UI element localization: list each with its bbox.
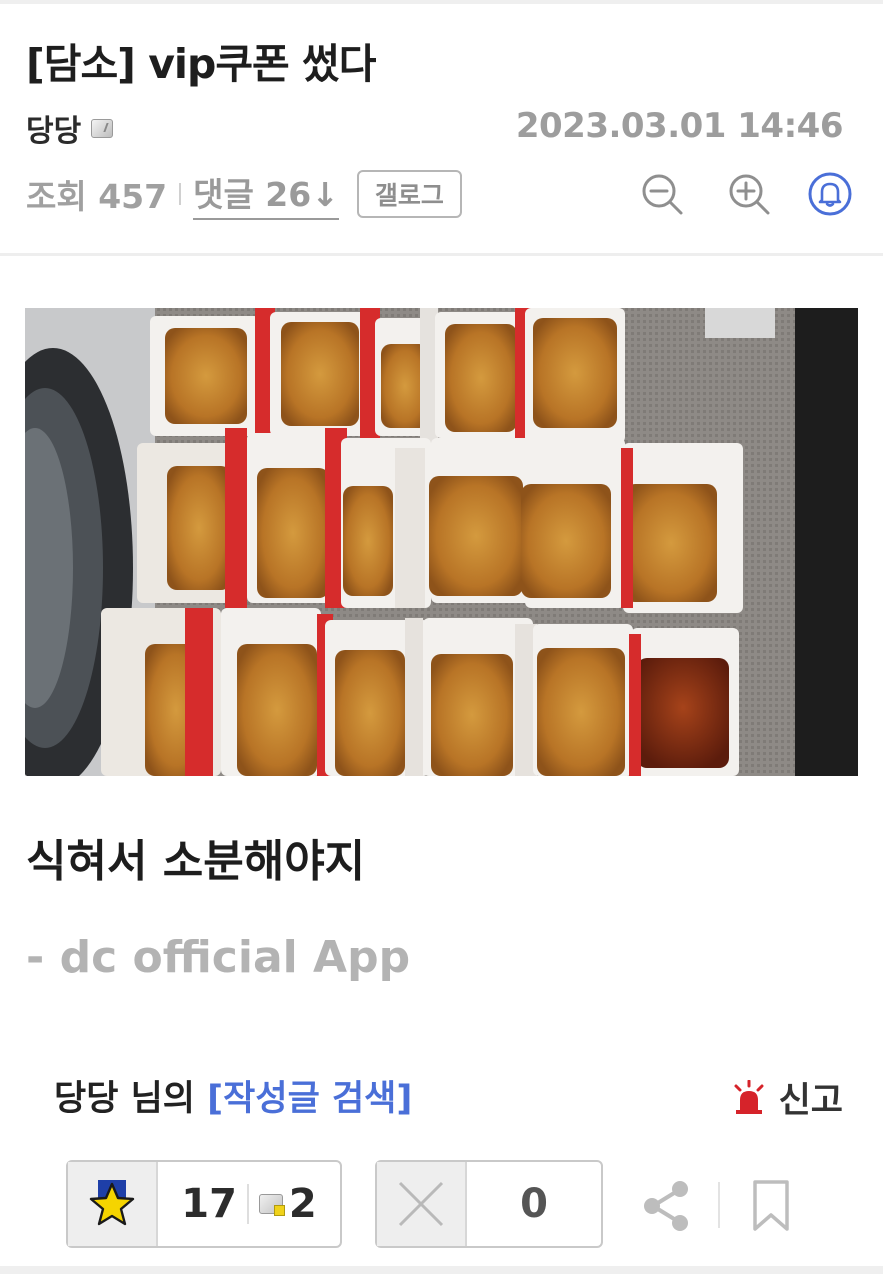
zoom-out-icon	[642, 174, 683, 215]
zoom-in-icon	[729, 174, 770, 215]
view-count: 조회 457	[26, 177, 168, 216]
nonrecommend-count: 0	[520, 1181, 548, 1227]
bell-icon	[808, 172, 852, 216]
post-datetime: 2023.03.01 14:46	[515, 106, 844, 146]
fixed-recommend-count: 2	[288, 1181, 317, 1227]
bookmark-icon	[753, 1180, 789, 1231]
notification-button[interactable]	[806, 170, 854, 218]
star-icon	[89, 1180, 135, 1226]
recommend-button[interactable]	[68, 1162, 158, 1246]
nonrecommend-button[interactable]	[377, 1162, 467, 1246]
photo-of-fried-chicken-boxes	[25, 308, 858, 776]
app-signature: - dc official App	[26, 932, 411, 983]
fixed-member-icon	[258, 1194, 285, 1216]
recommend-count-area: 17 2	[158, 1162, 340, 1246]
share-button[interactable]	[640, 1178, 692, 1234]
gallog-button[interactable]: 갤로그	[356, 170, 462, 218]
header-divider	[0, 253, 883, 256]
top-divider	[0, 0, 883, 4]
post-title: [담소] vip쿠폰 썼다	[26, 40, 376, 88]
gallog-icon[interactable]	[91, 118, 114, 138]
author-row: 당당	[26, 106, 114, 150]
report-button[interactable]: 신고	[731, 1072, 843, 1123]
post-body-text: 식혀서 소분해야지	[26, 836, 366, 887]
nonrecommend-box: 0	[375, 1160, 603, 1248]
action-divider	[718, 1182, 720, 1228]
recommend-divider	[246, 1184, 249, 1224]
meta-divider	[179, 183, 182, 205]
post-image[interactable]	[25, 308, 858, 776]
author-name[interactable]: 당당	[26, 106, 81, 150]
share-icon	[644, 1181, 688, 1231]
x-icon	[398, 1181, 444, 1227]
zoom-out-button[interactable]	[638, 170, 686, 218]
zoom-in-button[interactable]	[725, 170, 773, 218]
writer-posts-prefix: 당당 님의	[54, 1079, 208, 1119]
writer-posts-search-link[interactable]: [작성글 검색]	[207, 1079, 412, 1119]
post-meta: 조회 457 댓글 26↓ 갤로그	[26, 168, 462, 220]
comment-count-link[interactable]: 댓글 26↓	[193, 168, 339, 220]
report-label: 신고	[778, 1081, 843, 1121]
recommend-count: 17	[181, 1181, 237, 1227]
bookmark-button[interactable]	[748, 1178, 794, 1234]
siren-icon	[734, 1079, 764, 1114]
recommend-box: 17 2	[66, 1160, 342, 1248]
bottom-divider	[0, 1266, 883, 1274]
writer-posts-row: 당당 님의 [작성글 검색]	[54, 1070, 412, 1121]
